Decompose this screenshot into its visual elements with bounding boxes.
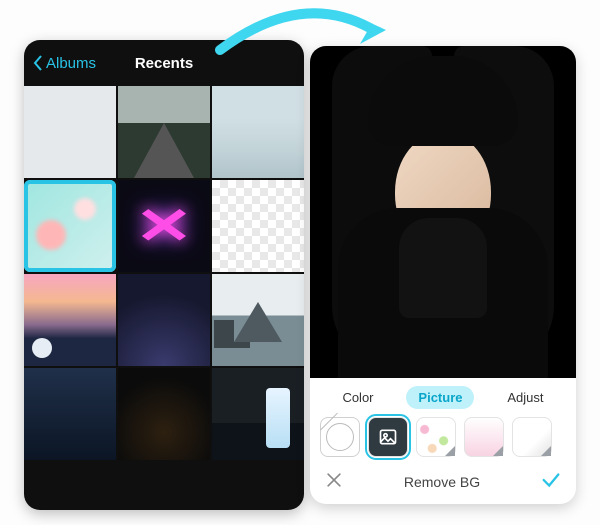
photo-thumb[interactable] [212, 180, 304, 272]
photo-thumb[interactable] [118, 368, 210, 460]
photo-thumb[interactable] [118, 86, 210, 178]
tab-color[interactable]: Color [330, 386, 385, 409]
photo-thumb[interactable] [212, 274, 304, 366]
photo-grid [24, 86, 304, 460]
subject-photo [310, 46, 576, 378]
photo-thumb-selected[interactable] [24, 180, 116, 272]
swatch-image-picker[interactable] [368, 417, 408, 457]
back-label: Albums [46, 55, 96, 72]
swatch-pattern[interactable] [416, 417, 456, 457]
swatch-none[interactable] [320, 417, 360, 457]
photo-thumb[interactable] [24, 274, 116, 366]
background-swatches [310, 413, 576, 463]
editor-canvas[interactable] [310, 46, 576, 378]
back-to-albums-button[interactable]: Albums [32, 54, 96, 72]
action-title: Remove BG [404, 474, 480, 490]
cancel-button[interactable] [324, 470, 344, 493]
tab-picture[interactable]: Picture [406, 386, 474, 409]
confirm-button[interactable] [540, 469, 562, 494]
picker-title: Recents [135, 55, 193, 72]
editor-bottom-bar: Remove BG [310, 463, 576, 504]
swatch-pink[interactable] [464, 417, 504, 457]
background-tabs: Color Picture Adjust [310, 378, 576, 413]
photo-thumb[interactable] [118, 274, 210, 366]
photo-thumb[interactable] [24, 368, 116, 460]
transition-arrow [210, 0, 390, 60]
photo-thumb[interactable] [212, 368, 304, 460]
photo-picker-panel: Albums Recents [24, 40, 304, 510]
photo-thumb[interactable] [212, 86, 304, 178]
photo-thumb[interactable] [118, 180, 210, 272]
tab-adjust[interactable]: Adjust [495, 386, 555, 409]
editor-panel: Color Picture Adjust Remove BG [310, 46, 576, 504]
swatch-marble[interactable] [512, 417, 552, 457]
photo-thumb[interactable] [24, 86, 116, 178]
